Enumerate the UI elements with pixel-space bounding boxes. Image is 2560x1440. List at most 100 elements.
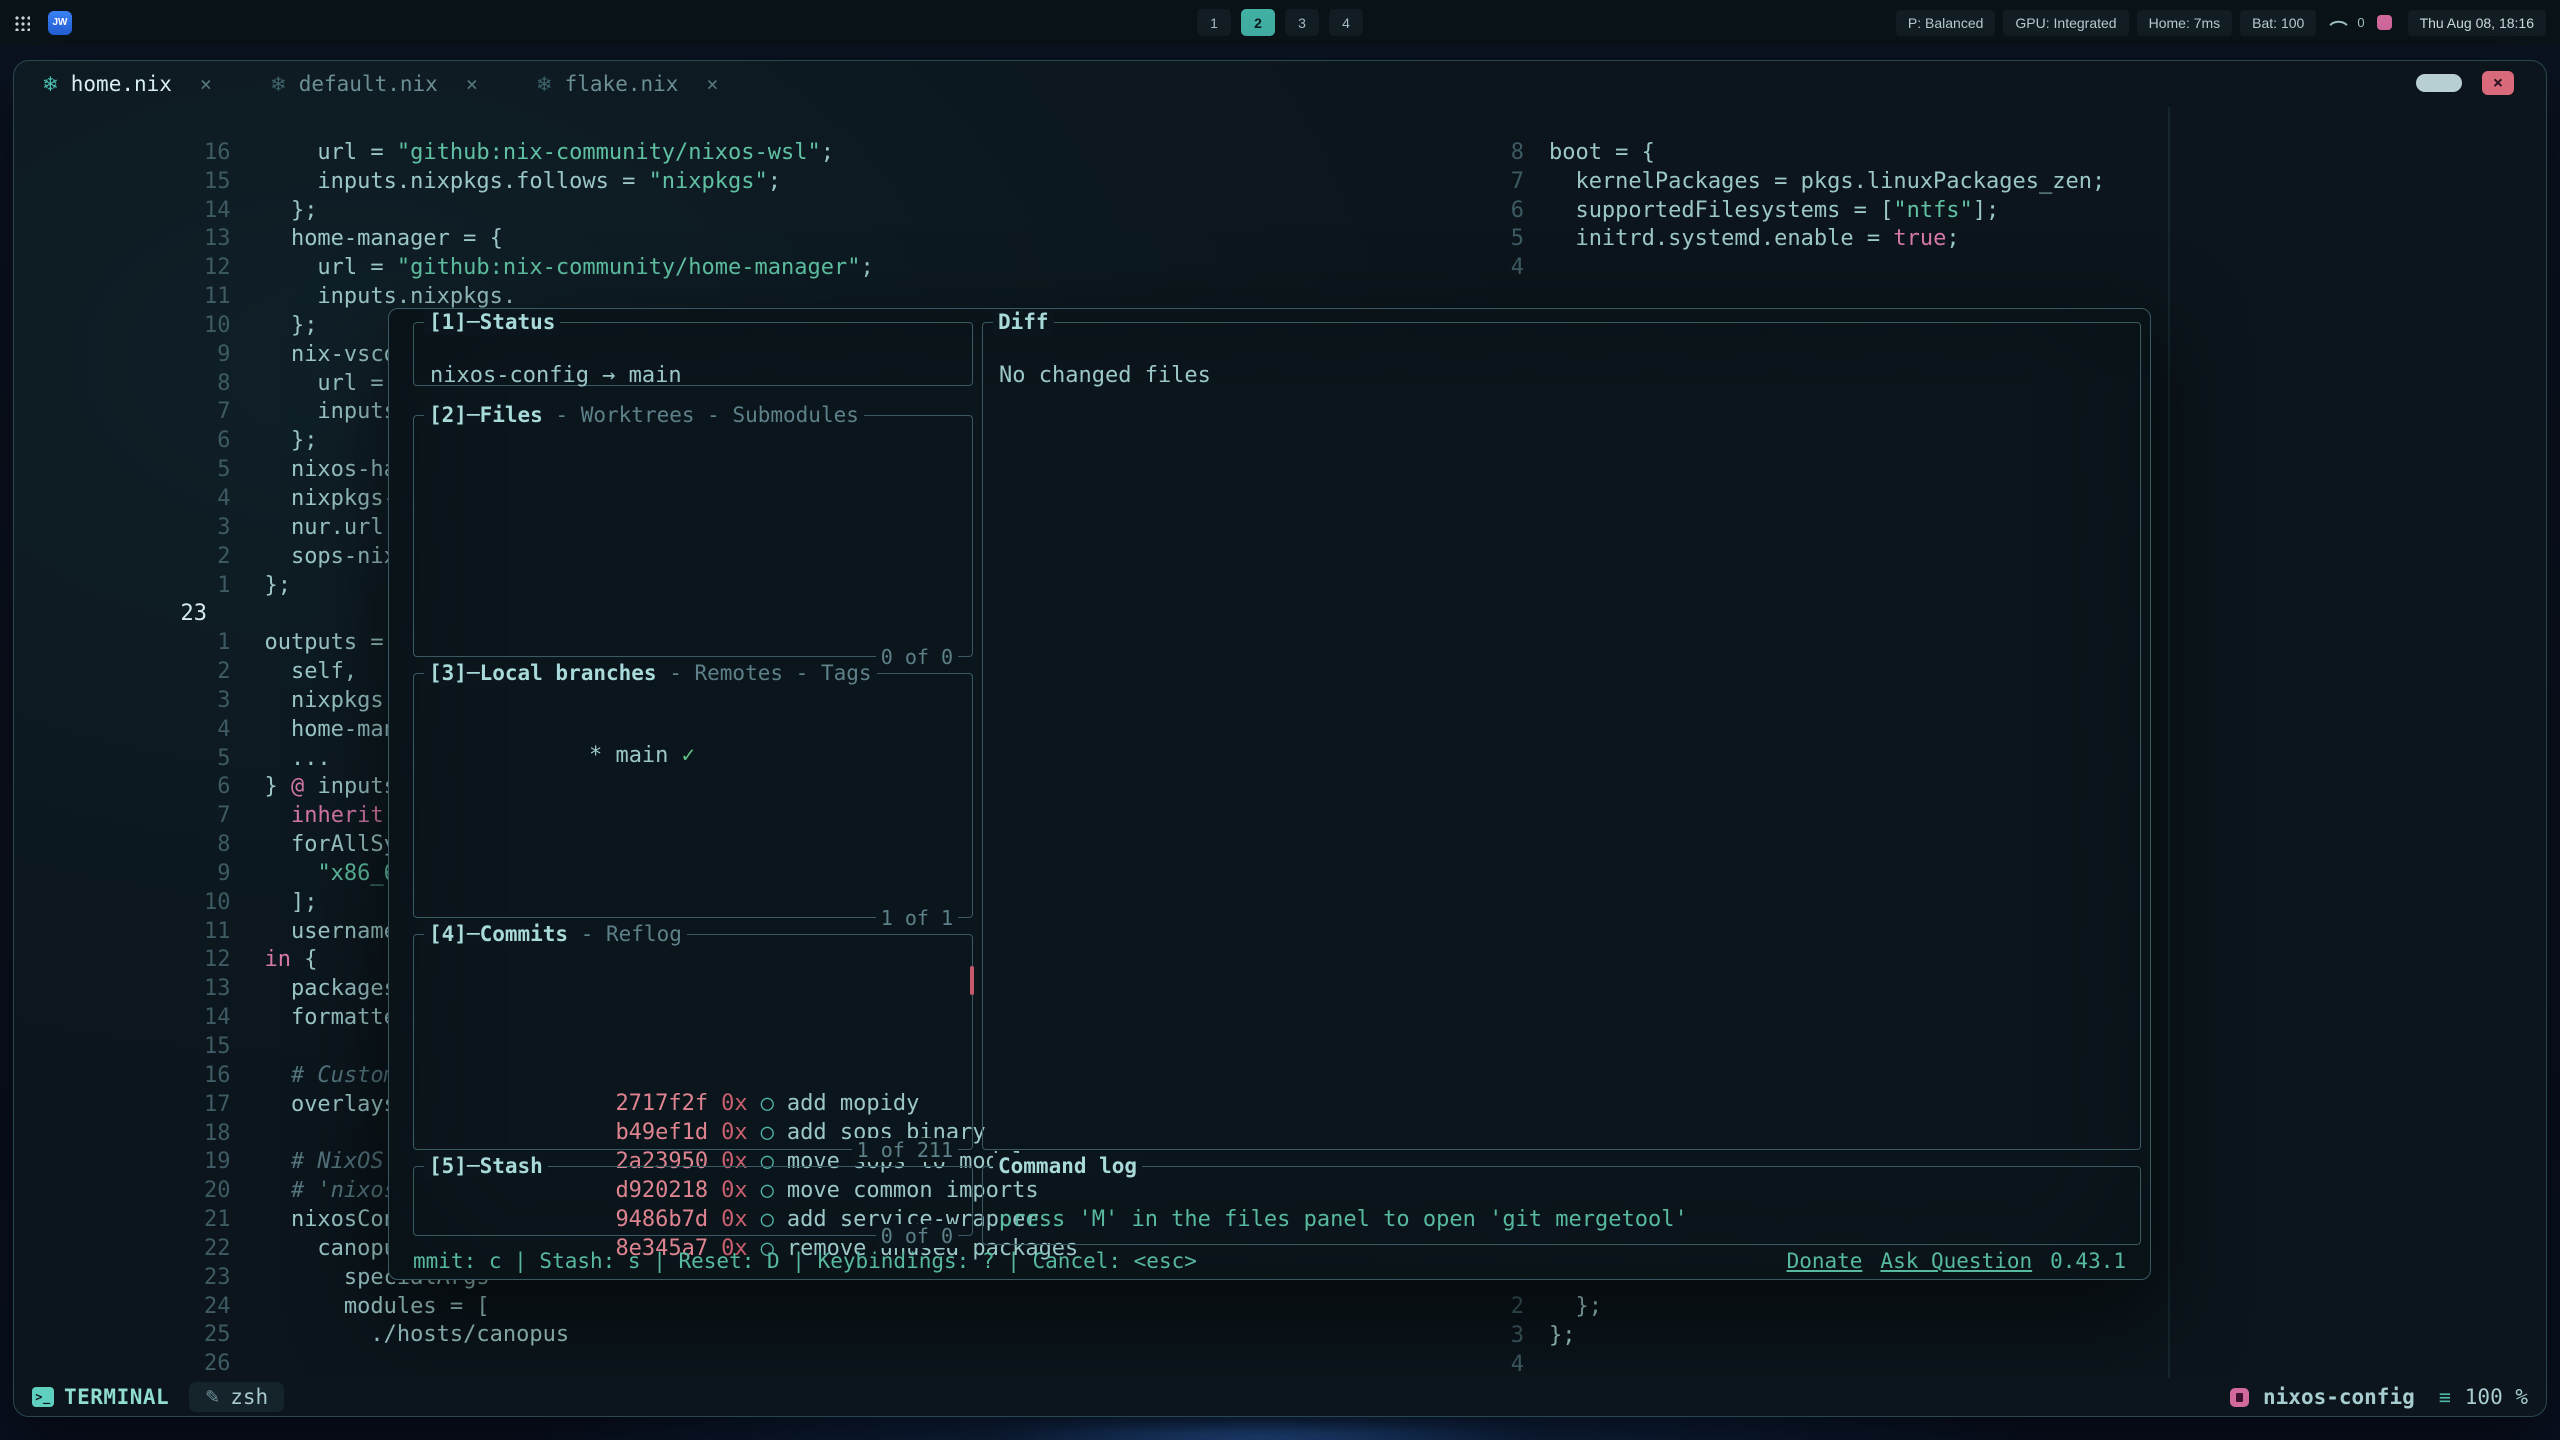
line-number: 17 [166, 1091, 230, 1120]
line-number: 10 [166, 889, 230, 918]
panel-title: [2]─Files - Worktrees - Submodules [424, 402, 864, 428]
commit-row[interactable]: 2717f2f0x○add mopidy [430, 1060, 956, 1089]
workspace-switcher: 1234 [1197, 9, 1363, 36]
logo-badge[interactable]: JW [48, 11, 72, 35]
panel-title: [1]─Status [424, 309, 560, 335]
line-number: 18 [166, 1120, 230, 1149]
line-number: 10 [166, 312, 230, 341]
scrollback-list-icon[interactable]: ≡ [2439, 1385, 2451, 1409]
lazygit-links: Donate Ask Question 0.43.1 [1787, 1246, 2126, 1276]
line-number: 6 [166, 773, 230, 802]
wifi-icon[interactable] [2330, 15, 2348, 33]
line-number: 7 [1484, 168, 1524, 197]
lazygit-branches-panel[interactable]: [3]─Local branches - Remotes - Tags * ma… [413, 673, 973, 918]
desktop: JW 1234 P: BalancedGPU: IntegratedHome: … [0, 0, 2560, 1440]
panel-count: 0 of 0 [876, 645, 958, 669]
line-number: 16 [166, 139, 230, 168]
code-text: initrd.systemd.enable = true; [1549, 226, 1960, 251]
code-text: }; [264, 198, 317, 223]
editor-tab[interactable]: ❄ flake.nix × [536, 72, 719, 96]
scroll-percentage: 100 % [2465, 1385, 2528, 1409]
workspace-chip[interactable]: 1 [1197, 9, 1231, 36]
window-status-bar: >_ TERMINAL ✎ zsh nixos-config ≡ 100 % [14, 1378, 2546, 1416]
panel-count: 0 of 0 [876, 1224, 958, 1248]
editor-tab[interactable]: ❄ default.nix × [270, 72, 478, 96]
line-number: 4 [166, 716, 230, 745]
line-number: 5 [166, 745, 230, 774]
line-number: 12 [166, 254, 230, 283]
commit-hash: 2717f2f [615, 1091, 708, 1116]
line-number: 21 [166, 1206, 230, 1235]
statusbar-right: nixos-config ≡ 100 % [2230, 1385, 2528, 1409]
code-text: in { [264, 947, 317, 972]
line-number: 5 [1484, 225, 1524, 254]
branch-row[interactable]: * main ✓ [589, 743, 695, 768]
tab-close-icon[interactable]: × [466, 72, 478, 96]
code-text: self, [264, 659, 357, 684]
line-number: 4 [1484, 1351, 1524, 1378]
metric-readout: GPU: Integrated [2003, 10, 2128, 36]
lazygit-version: 0.43.1 [2050, 1246, 2126, 1276]
code-text: ]; [264, 890, 317, 915]
edit-icon: ✎ [205, 1387, 220, 1408]
apps-grid-icon[interactable] [14, 15, 30, 31]
code-text: url = "github:nix-community/nixos-wsl"; [264, 140, 834, 165]
commit-author: 0x [721, 1120, 748, 1145]
code-text: ... [264, 746, 330, 771]
line-number: 2 [1484, 1293, 1524, 1322]
lazygit-commits-panel[interactable]: [4]─Commits - Reflog 2717f2f0x○add mopid… [413, 934, 973, 1150]
panel-title: [3]─Local branches - Remotes - Tags [424, 660, 877, 686]
session-name: nixos-config [2263, 1385, 2415, 1409]
code-text: }; [264, 428, 317, 453]
lazygit-command-log-panel[interactable]: Command log press 'M' in the files panel… [982, 1166, 2141, 1245]
line-number: 23 [166, 1264, 230, 1293]
command-log-content: press 'M' in the files panel to open 'gi… [999, 1207, 1688, 1232]
lazygit-files-panel[interactable]: [2]─Files - Worktrees - Submodules 0 of … [413, 415, 973, 657]
session-icon [2230, 1388, 2249, 1407]
lazygit-stash-panel[interactable]: [5]─Stash 0 of 0 [413, 1166, 973, 1236]
ask-question-link[interactable]: Ask Question [1880, 1246, 2032, 1276]
notification-count-icon[interactable]: 0 [2357, 15, 2364, 30]
clock: Thu Aug 08, 18:16 [2408, 10, 2546, 36]
commit-message: add mopidy [787, 1091, 919, 1116]
line-number: 1 [166, 572, 230, 601]
line-number: 15 [166, 168, 230, 197]
commit-graph-icon: ○ [761, 1091, 774, 1116]
line-number: 7 [166, 802, 230, 831]
lazygit-status-panel[interactable]: [1]─Status nixos-config → main [413, 322, 973, 386]
shell-tab[interactable]: ✎ zsh [189, 1382, 284, 1412]
workspace-chip[interactable]: 4 [1329, 9, 1363, 36]
tab-close-icon[interactable]: × [200, 72, 212, 96]
line-number: 12 [166, 946, 230, 975]
line-number: 23 [166, 600, 216, 629]
line-number: 8 [166, 831, 230, 860]
repo-branch-status: nixos-config → main [430, 363, 682, 388]
workspace-chip[interactable]: 2 [1241, 9, 1275, 36]
tab-close-icon[interactable]: × [706, 72, 718, 96]
code-text: }; [1549, 1294, 1602, 1319]
line-number: 9 [166, 341, 230, 370]
code-text: }; [264, 573, 291, 598]
editor-tab[interactable]: ❄ home.nix × [42, 72, 212, 96]
line-number: 8 [166, 370, 230, 399]
lazygit-diff-panel[interactable]: Diff No changed files [982, 322, 2141, 1150]
accent-dot-icon[interactable] [2377, 15, 2392, 30]
commits-scrollbar-thumb[interactable] [970, 966, 974, 995]
window-controls: × [2416, 71, 2514, 95]
line-number: 14 [166, 1004, 230, 1033]
line-number: 14 [166, 197, 230, 226]
window-close-button[interactable]: × [2482, 71, 2514, 95]
line-number: 6 [1484, 197, 1524, 226]
wallpaper-glow [880, 1422, 1640, 1440]
donate-link[interactable]: Donate [1787, 1246, 1863, 1276]
window-pill-button[interactable] [2416, 74, 2462, 92]
line-number: 8 [1484, 139, 1524, 168]
panel-title: Command log [993, 1153, 1142, 1179]
line-number: 4 [166, 485, 230, 514]
line-number: 2 [166, 543, 230, 572]
nix-snowflake-icon: ❄ [270, 72, 287, 96]
workspace-chip[interactable]: 3 [1285, 9, 1319, 36]
metric-readout: P: Balanced [1896, 10, 1996, 36]
code-text: ./hosts/canopus [264, 1322, 569, 1347]
metric-readout: Home: 7ms [2137, 10, 2233, 36]
